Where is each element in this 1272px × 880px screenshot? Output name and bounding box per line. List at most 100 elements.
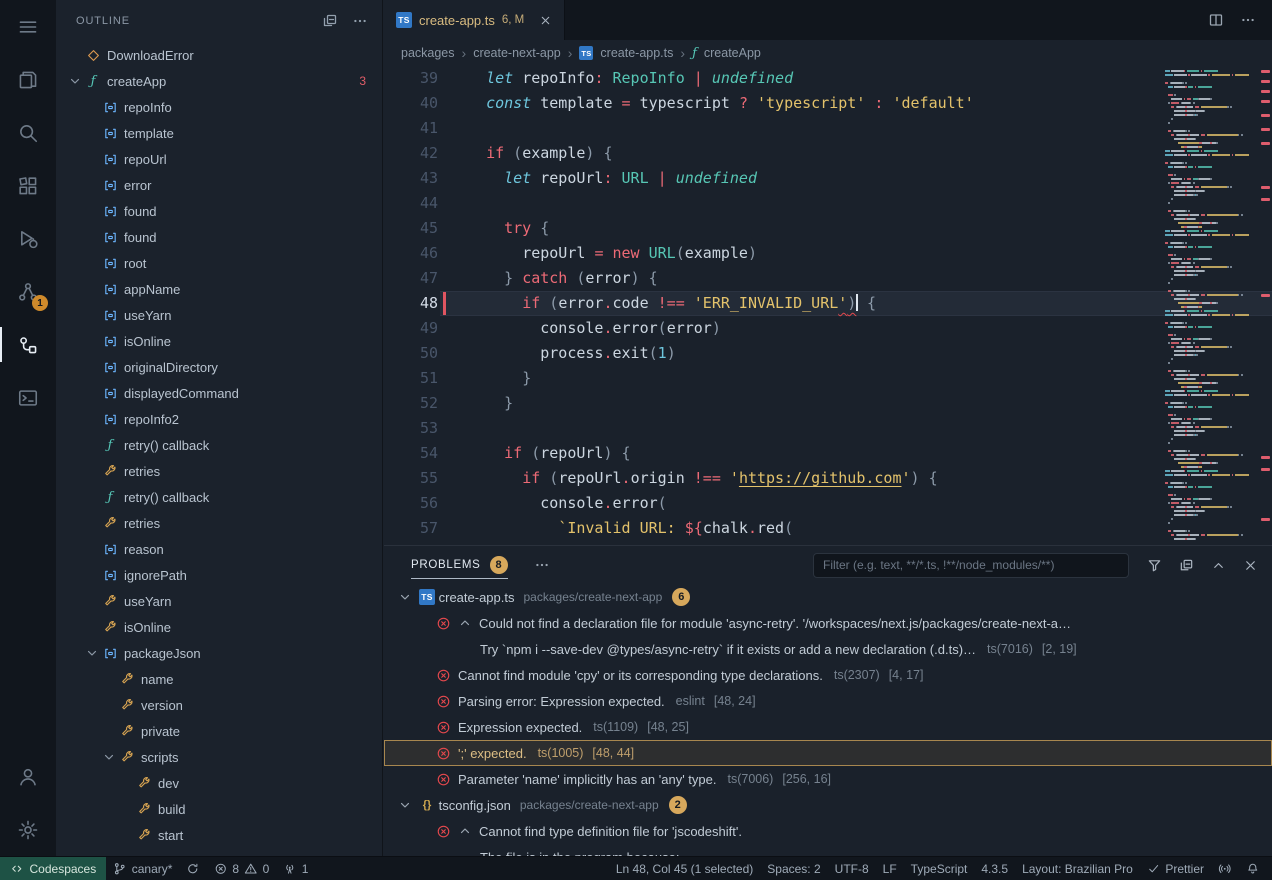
- problems-file-group[interactable]: {} tsconfig.json packages/create-next-ap…: [384, 792, 1272, 818]
- line-number[interactable]: 39: [384, 66, 438, 91]
- line-number[interactable]: 40: [384, 91, 438, 116]
- line-number[interactable]: 54: [384, 441, 438, 466]
- outline-item[interactable]: private: [56, 718, 382, 744]
- outline-item[interactable]: dev: [56, 770, 382, 796]
- more-panel-tabs-icon[interactable]: [534, 557, 550, 573]
- problem-row[interactable]: Try `npm i --save-dev @types/async-retry…: [384, 636, 1272, 662]
- outline-item[interactable]: repoInfo: [56, 94, 382, 120]
- more-actions-icon[interactable]: [1240, 12, 1256, 28]
- line-number[interactable]: 44: [384, 191, 438, 216]
- line-number[interactable]: 53: [384, 416, 438, 441]
- problem-row[interactable]: Expression expected.ts(1109)[48, 25]: [384, 714, 1272, 740]
- problems-filter-input[interactable]: Filter (e.g. text, **/*.ts, !**/node_mod…: [813, 553, 1129, 578]
- code-line[interactable]: 48 if (error.code !== 'ERR_INVALID_URL')…: [384, 291, 1162, 316]
- indentation[interactable]: Spaces: 2: [760, 857, 827, 880]
- problem-row[interactable]: Parameter 'name' implicitly has an 'any'…: [384, 766, 1272, 792]
- outline-item[interactable]: isOnline: [56, 328, 382, 354]
- outline-item[interactable]: scripts: [56, 744, 382, 770]
- remote-indicator[interactable]: Codespaces: [0, 857, 106, 880]
- collapse-all-icon[interactable]: [322, 13, 338, 29]
- code-line[interactable]: 50 process.exit(1): [384, 341, 1162, 366]
- layout-indicator[interactable]: Layout: Brazilian Pro: [1015, 857, 1140, 880]
- line-number[interactable]: 46: [384, 241, 438, 266]
- outline-item[interactable]: repoInfo2: [56, 406, 382, 432]
- code-editor[interactable]: 39 let repoInfo: RepoInfo | undefined 40…: [384, 66, 1272, 545]
- code-line[interactable]: 46 repoUrl = new URL(example): [384, 241, 1162, 266]
- code-line[interactable]: 40 const template = typescript ? 'typesc…: [384, 91, 1162, 116]
- ports-indicator[interactable]: 1: [276, 857, 315, 880]
- line-number[interactable]: 58: [384, 541, 438, 545]
- outline-item[interactable]: packageJson: [56, 640, 382, 666]
- line-number[interactable]: 57: [384, 516, 438, 541]
- notifications-button[interactable]: [1239, 857, 1267, 880]
- outline-item[interactable]: useYarn: [56, 588, 382, 614]
- line-number[interactable]: 41: [384, 116, 438, 141]
- outline-item[interactable]: version: [56, 692, 382, 718]
- line-number[interactable]: 48: [384, 291, 438, 316]
- explorer-button[interactable]: [0, 53, 56, 106]
- outline-item[interactable]: ignorePath: [56, 562, 382, 588]
- line-number[interactable]: 47: [384, 266, 438, 291]
- code-line[interactable]: 52 }: [384, 391, 1162, 416]
- outline-item[interactable]: ƒ retry() callback: [56, 484, 382, 510]
- settings-button[interactable]: [0, 803, 56, 856]
- code-line[interactable]: 44: [384, 191, 1162, 216]
- code-line[interactable]: 54 if (repoUrl) {: [384, 441, 1162, 466]
- problem-row[interactable]: Cannot find module 'cpy' or its correspo…: [384, 662, 1272, 688]
- code-line[interactable]: 41: [384, 116, 1162, 141]
- outline-item[interactable]: error: [56, 172, 382, 198]
- outline-item[interactable]: found: [56, 224, 382, 250]
- remote-explorer-button[interactable]: [0, 318, 56, 371]
- outline-item[interactable]: ƒ retry() callback: [56, 432, 382, 458]
- outline-item[interactable]: start: [56, 822, 382, 848]
- breadcrumb-item[interactable]: createApp: [704, 46, 761, 60]
- line-number[interactable]: 52: [384, 391, 438, 416]
- close-icon[interactable]: [1243, 558, 1258, 573]
- extensions-button[interactable]: [0, 159, 56, 212]
- outline-item[interactable]: appName: [56, 276, 382, 302]
- code-line[interactable]: 39 let repoInfo: RepoInfo | undefined: [384, 66, 1162, 91]
- code-line[interactable]: 53: [384, 416, 1162, 441]
- problem-row[interactable]: The file is in the program because:: [384, 844, 1272, 856]
- breadcrumb-item[interactable]: create-next-app: [473, 46, 561, 60]
- account-button[interactable]: [0, 750, 56, 803]
- outline-item[interactable]: displayedCommand: [56, 380, 382, 406]
- panel-button[interactable]: [0, 371, 56, 424]
- source-control-button[interactable]: 1: [0, 265, 56, 318]
- more-actions-icon[interactable]: [352, 13, 368, 29]
- code-line[interactable]: 49 console.error(error): [384, 316, 1162, 341]
- outline-item[interactable]: DownloadError: [56, 42, 382, 68]
- outline-item[interactable]: isOnline: [56, 614, 382, 640]
- collapse-all-icon[interactable]: [1179, 558, 1194, 573]
- line-number[interactable]: 56: [384, 491, 438, 516]
- outline-item[interactable]: root: [56, 250, 382, 276]
- code-line[interactable]: 51 }: [384, 366, 1162, 391]
- outline-item[interactable]: name: [56, 666, 382, 692]
- close-icon[interactable]: [539, 14, 552, 27]
- line-number[interactable]: 51: [384, 366, 438, 391]
- encoding[interactable]: UTF-8: [828, 857, 876, 880]
- line-number[interactable]: 42: [384, 141, 438, 166]
- line-number[interactable]: 55: [384, 466, 438, 491]
- run-debug-button[interactable]: [0, 212, 56, 265]
- problems-file-group[interactable]: TS create-app.ts packages/create-next-ap…: [384, 584, 1272, 610]
- outline-item[interactable]: repoUrl: [56, 146, 382, 172]
- tab-problems[interactable]: PROBLEMS 8: [411, 546, 508, 584]
- eol[interactable]: LF: [876, 857, 904, 880]
- breadcrumb-item[interactable]: packages: [401, 46, 455, 60]
- problem-row[interactable]: ';' expected.ts(1005)[48, 44]: [384, 740, 1272, 766]
- menu-button[interactable]: [0, 0, 56, 53]
- sync-button[interactable]: [179, 857, 207, 880]
- outline-item[interactable]: retries: [56, 510, 382, 536]
- outline-item[interactable]: reason: [56, 536, 382, 562]
- formatter-indicator[interactable]: Prettier: [1140, 857, 1211, 880]
- code-line[interactable]: 47 } catch (error) {: [384, 266, 1162, 291]
- line-number[interactable]: 50: [384, 341, 438, 366]
- editor-tab[interactable]: TS create-app.ts 6, M: [384, 0, 565, 40]
- outline-item[interactable]: found: [56, 198, 382, 224]
- branch-indicator[interactable]: canary*: [106, 857, 179, 880]
- split-editor-icon[interactable]: [1208, 12, 1224, 28]
- outline-item[interactable]: ƒ createApp 3: [56, 68, 382, 94]
- code-line[interactable]: 45 try {: [384, 216, 1162, 241]
- breadcrumb-item[interactable]: create-app.ts: [600, 46, 673, 60]
